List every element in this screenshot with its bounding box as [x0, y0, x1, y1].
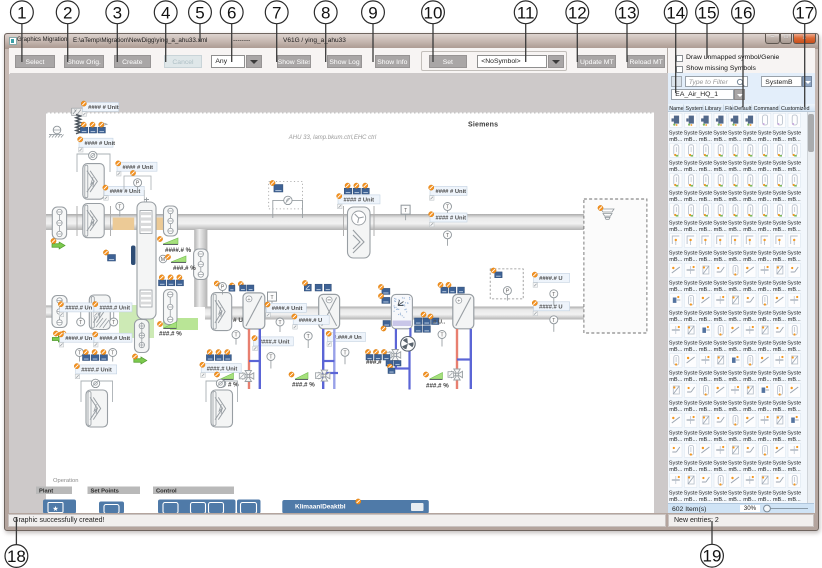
- svg-text:5: 5: [195, 3, 204, 22]
- svg-text:12: 12: [568, 3, 587, 22]
- svg-text:13: 13: [618, 3, 637, 22]
- svg-text:3: 3: [113, 3, 122, 22]
- svg-text:10: 10: [424, 3, 443, 22]
- svg-text:4: 4: [161, 3, 170, 22]
- svg-text:19: 19: [703, 547, 722, 566]
- svg-text:17: 17: [795, 3, 814, 22]
- svg-text:7: 7: [272, 3, 281, 22]
- svg-text:8: 8: [321, 3, 330, 22]
- svg-text:2: 2: [63, 3, 72, 22]
- svg-text:1: 1: [17, 3, 26, 22]
- svg-text:14: 14: [666, 3, 685, 22]
- svg-text:9: 9: [368, 3, 377, 22]
- svg-text:11: 11: [517, 3, 535, 22]
- svg-text:6: 6: [227, 3, 236, 22]
- svg-text:18: 18: [7, 547, 26, 566]
- svg-text:16: 16: [734, 3, 753, 22]
- svg-text:15: 15: [698, 3, 717, 22]
